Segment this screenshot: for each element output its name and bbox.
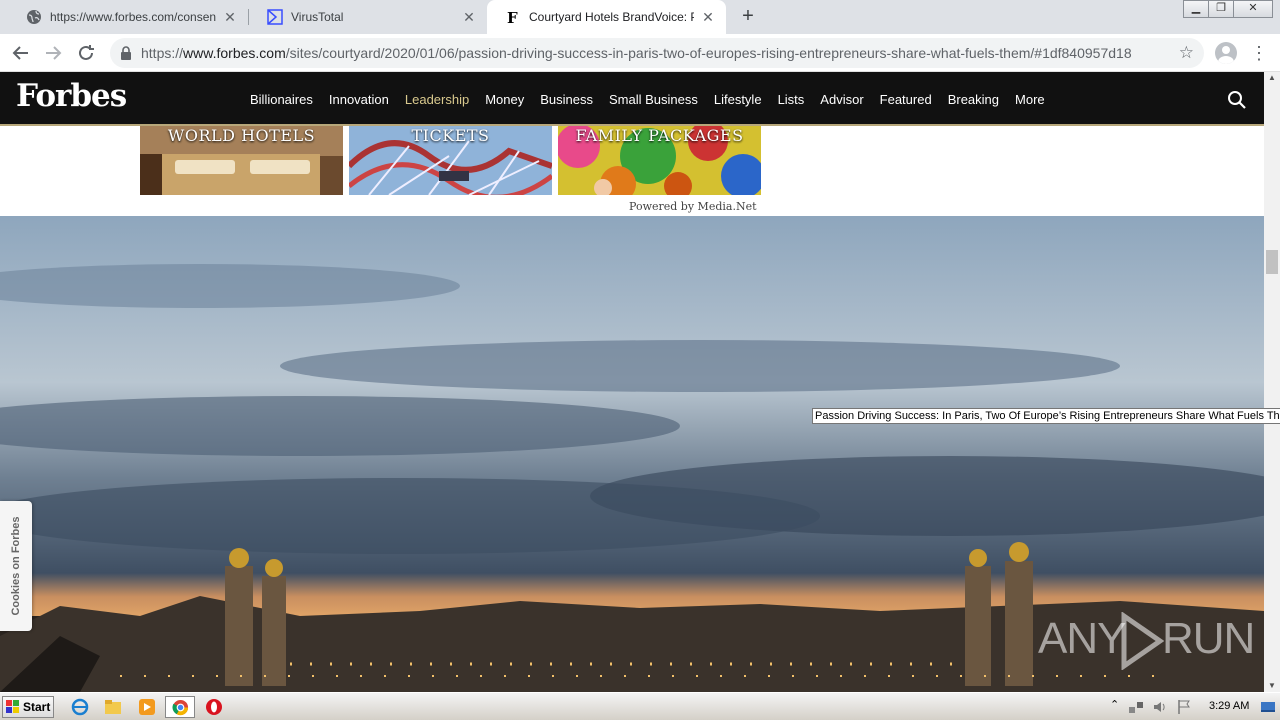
tab-courtyard-brandvoice[interactable]: F Courtyard Hotels BrandVoice: Passio ✕ (487, 0, 726, 34)
browser-toolbar: https://www.forbes.com/sites/courtyard/2… (0, 34, 1280, 72)
browser-tab-strip: https://www.forbes.com/consent/?t ✕ Viru… (0, 0, 1280, 34)
forbes-logo[interactable]: Forbes (16, 78, 127, 114)
url-path: /sites/courtyard/2020/01/06/passion-driv… (285, 45, 1132, 61)
nav-link-featured[interactable]: Featured (880, 92, 932, 107)
nav-link-small-business[interactable]: Small Business (609, 92, 698, 107)
powered-by-text[interactable]: Powered by Media.Net (629, 200, 757, 213)
forbes-nav-links: Billionaires Innovation Leadership Money Bus… (250, 72, 1061, 126)
start-label: Start (23, 700, 51, 714)
file-explorer-icon[interactable] (104, 698, 122, 716)
windows-flag-icon (6, 700, 19, 713)
url-text: https://www.forbes.com/sites/courtyard/2… (141, 45, 1132, 61)
tab-close-icon[interactable]: ✕ (461, 9, 477, 25)
taskbar-clock[interactable]: 3:29 AM (1209, 700, 1249, 712)
tab-close-icon[interactable]: ✕ (700, 9, 716, 25)
lock-icon (121, 46, 131, 60)
forward-arrow-icon (46, 46, 62, 60)
nav-link-business[interactable]: Business (540, 92, 593, 107)
forbes-nav-bar: Forbes Billionaires Innovation Leadership M… (0, 72, 1264, 126)
play-triangle-icon (1121, 612, 1164, 670)
start-button[interactable]: Start (2, 696, 54, 718)
nav-link-innovation[interactable]: Innovation (329, 92, 389, 107)
chrome-menu-icon[interactable]: ⋮ (1250, 42, 1268, 64)
watermark-any: ANY (1038, 614, 1126, 663)
anyrun-watermark: ANY RUN (1038, 608, 1255, 674)
ad-world-hotels[interactable]: WORLD HOTELS (140, 126, 343, 195)
scrollbar-thumb[interactable] (1266, 250, 1278, 274)
media-player-icon[interactable] (138, 698, 156, 716)
page-viewport: Forbes Billionaires Innovation Leadership M… (0, 72, 1264, 692)
title-tooltip: Passion Driving Success: In Paris, Two O… (812, 408, 1280, 424)
system-tray: ⌃ (1106, 695, 1280, 719)
watermark-run: RUN (1162, 614, 1255, 663)
chrome-taskbar-button[interactable] (165, 696, 195, 718)
nav-link-lists[interactable]: Lists (778, 92, 805, 107)
nav-link-leadership[interactable]: Leadership (405, 92, 469, 107)
chrome-icon (172, 699, 189, 716)
forward-button[interactable] (42, 42, 64, 64)
bookmark-star-icon[interactable]: ☆ (1179, 43, 1194, 63)
windows-taskbar: Start ⌃ 3:29 AM (0, 692, 1280, 720)
nav-link-advisor[interactable]: Advisor (820, 92, 863, 107)
virustotal-icon (267, 9, 283, 25)
scroll-down-arrow-icon[interactable]: ▼ (1264, 680, 1280, 692)
address-bar[interactable]: https://www.forbes.com/sites/courtyard/2… (110, 38, 1204, 68)
tab-close-icon[interactable]: ✕ (222, 9, 238, 25)
ad-label: WORLD HOTELS (167, 126, 316, 145)
internet-explorer-icon[interactable] (71, 698, 89, 716)
tab-title: VirusTotal (291, 10, 344, 24)
show-hidden-icons-chevron-icon[interactable]: ⌃ (1110, 698, 1119, 711)
cookies-on-forbes-tab[interactable]: Cookies on Forbes (0, 501, 32, 631)
url-scheme: https:// (141, 45, 184, 61)
reload-icon (79, 45, 94, 60)
ad-tickets[interactable]: TICKETS (349, 126, 552, 195)
search-icon[interactable] (1227, 90, 1247, 110)
forbes-f-icon: F (505, 9, 521, 25)
volume-icon[interactable] (1152, 699, 1168, 715)
network-icon[interactable] (1128, 699, 1144, 715)
action-center-flag-icon[interactable] (1176, 699, 1192, 715)
nav-link-money[interactable]: Money (485, 92, 524, 107)
tab-title: https://www.forbes.com/consent/?t (50, 10, 216, 24)
ad-family-packages[interactable]: FAMILY PACKAGES (558, 126, 761, 195)
ad-strip: WORLD HOTELS TICKETS FAMILY PACKAGES Pow… (0, 126, 1264, 216)
scroll-up-arrow-icon[interactable]: ▲ (1264, 72, 1280, 84)
globe-icon (26, 9, 42, 25)
tab-title: Courtyard Hotels BrandVoice: Passio (529, 10, 694, 24)
reload-button[interactable] (75, 42, 97, 64)
cookies-tab-label: Cookies on Forbes (10, 516, 22, 616)
opera-icon[interactable] (205, 698, 223, 716)
restore-button[interactable]: ❐ (1208, 0, 1234, 18)
back-button[interactable] (10, 42, 32, 64)
nav-link-more[interactable]: More (1015, 92, 1045, 107)
ad-label: TICKETS (411, 126, 490, 145)
minimize-button[interactable]: ▁ (1183, 0, 1209, 18)
nav-link-billionaires[interactable]: Billionaires (250, 92, 313, 107)
page-scrollbar[interactable]: ▲ ▼ (1264, 72, 1280, 692)
url-host: www.forbes.com (183, 45, 286, 61)
profile-avatar[interactable] (1215, 42, 1237, 64)
tab-forbes-consent[interactable]: https://www.forbes.com/consent/?t ✕ (8, 0, 248, 34)
nav-link-lifestyle[interactable]: Lifestyle (714, 92, 762, 107)
new-tab-button[interactable]: + (738, 6, 758, 27)
close-window-button[interactable]: ✕ (1233, 0, 1273, 18)
back-arrow-icon (12, 46, 28, 60)
ad-label: FAMILY PACKAGES (575, 126, 744, 145)
svg-text:F: F (507, 9, 518, 25)
tab-virustotal[interactable]: VirusTotal ✕ (249, 0, 487, 34)
show-desktop-icon[interactable] (1260, 699, 1276, 715)
nav-link-breaking[interactable]: Breaking (948, 92, 999, 107)
